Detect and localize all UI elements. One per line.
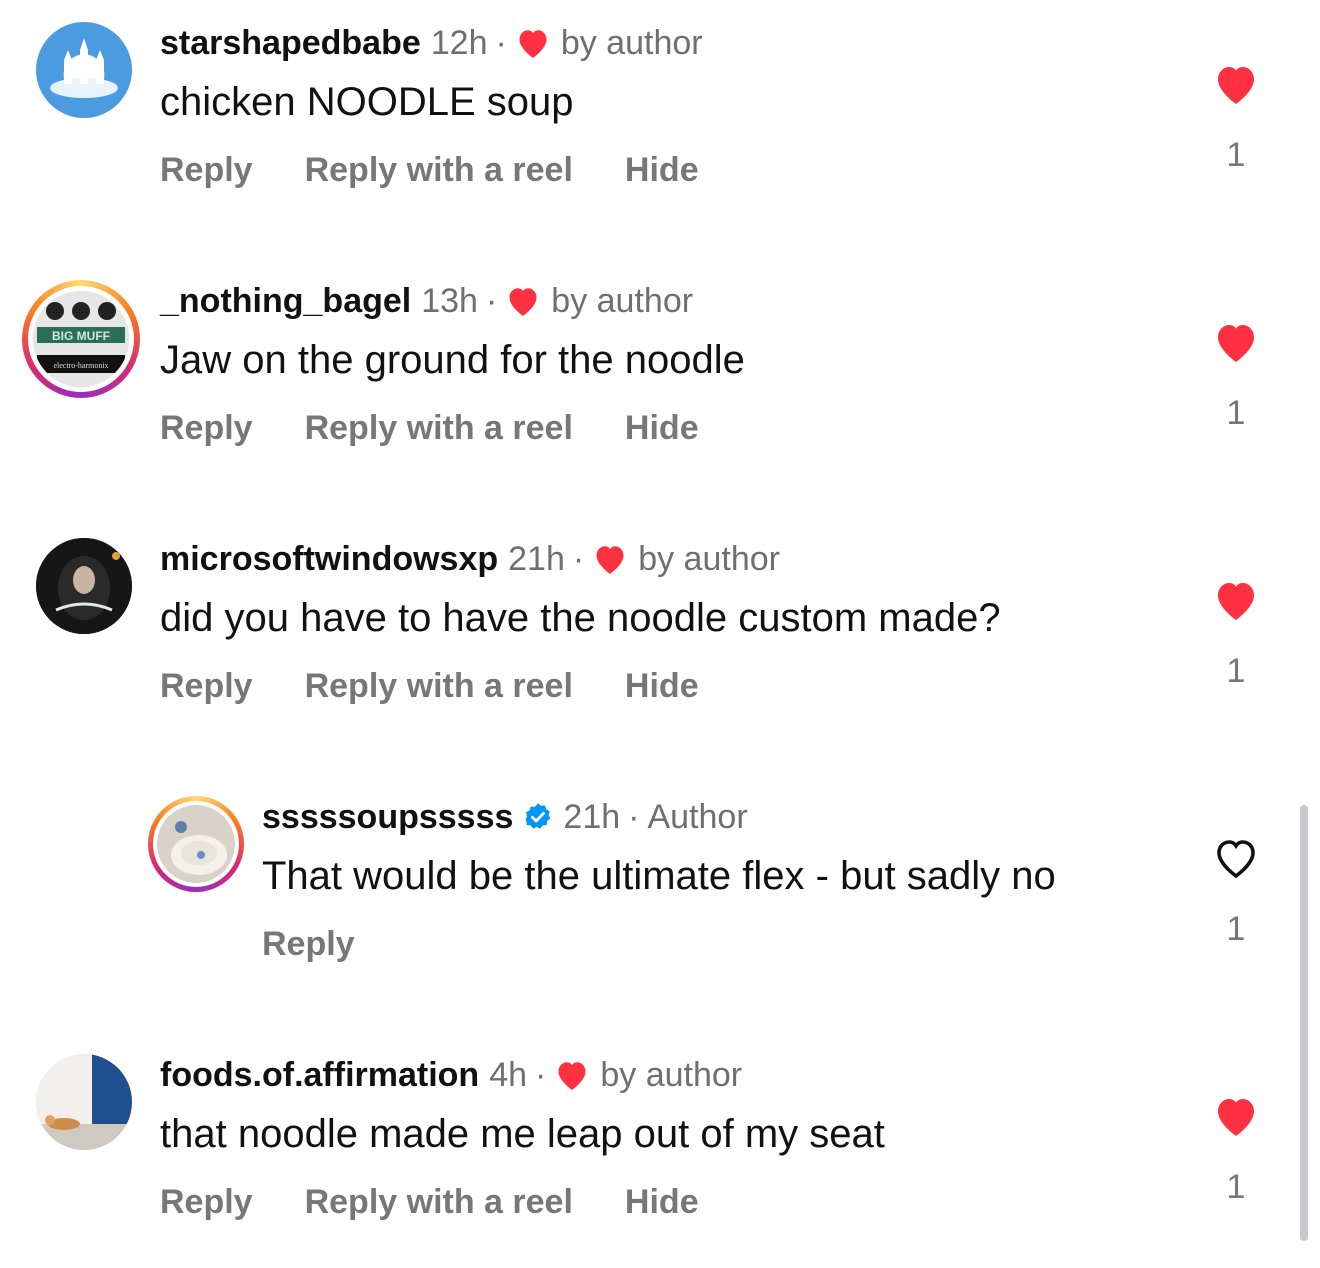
avatar[interactable]: BIG MUFF electro-harmonix [22, 280, 140, 398]
like-heart-outline-icon[interactable] [1212, 836, 1260, 880]
like-count: 1 [1226, 394, 1246, 432]
reply-with-reel-button[interactable]: Reply with a reel [305, 666, 573, 706]
comment-meta: microsoftwindowsxp 21h · by author [160, 539, 780, 579]
username[interactable]: sssssoupsssss [262, 797, 513, 837]
author-liked-heart-icon [558, 1062, 586, 1090]
author-liked-heart-icon [519, 30, 547, 58]
soup-bowl-avatar-image [157, 805, 235, 883]
comment-actions: Reply Reply with a reel Hide [160, 150, 751, 190]
comment-text: did you have to have the noodle custom m… [160, 596, 1001, 640]
avatar[interactable] [36, 22, 132, 118]
username[interactable]: _nothing_bagel [160, 281, 411, 321]
scrollbar[interactable] [1300, 805, 1308, 1241]
timestamp: 4h [489, 1056, 528, 1094]
comment-actions: Reply Reply with a reel Hide [160, 408, 751, 448]
reply-button[interactable]: Reply [160, 408, 253, 448]
reply-with-reel-button[interactable]: Reply with a reel [305, 150, 573, 190]
like-count: 1 [1226, 1168, 1246, 1206]
author-liked-heart-icon [596, 546, 624, 574]
verified-badge-icon [525, 803, 551, 829]
liked-by-author-label: by author [600, 1056, 743, 1094]
avatar[interactable] [36, 538, 132, 634]
liked-by-author-label: by author [560, 24, 703, 62]
comment-actions: Reply Reply with a reel Hide [160, 666, 751, 706]
castle-avatar-image [50, 38, 118, 98]
separator-dot: · [485, 282, 498, 320]
reply-button[interactable]: Reply [160, 150, 253, 190]
like-count: 1 [1226, 652, 1246, 690]
reply-button[interactable]: Reply [262, 924, 355, 964]
like-heart-icon[interactable] [1212, 62, 1260, 106]
username[interactable]: starshapedbabe [160, 23, 421, 63]
hide-button[interactable]: Hide [625, 408, 699, 448]
comment-meta: _nothing_bagel 13h · by author [160, 281, 693, 321]
liked-by-author-label: by author [638, 540, 780, 578]
hide-button[interactable]: Hide [625, 150, 699, 190]
separator-dot: · [495, 24, 507, 62]
author-liked-heart-icon [509, 288, 537, 316]
liked-by-author-label: by author [551, 282, 694, 320]
comment-text: chicken NOODLE soup [160, 80, 574, 124]
username[interactable]: microsoftwindowsxp [160, 539, 498, 579]
reply-with-reel-button[interactable]: Reply with a reel [305, 408, 573, 448]
pedal-avatar-image: BIG MUFF electro-harmonix [33, 291, 129, 387]
cat-on-doorstep-avatar-image [36, 1054, 132, 1150]
hide-button[interactable]: Hide [625, 1182, 699, 1222]
comment-meta: foods.of.affirmation 4h · by author [160, 1055, 742, 1095]
comment-text: That would be the ultimate flex - but sa… [262, 854, 1056, 898]
hide-button[interactable]: Hide [625, 666, 699, 706]
avatar[interactable] [36, 1054, 132, 1150]
like-count: 1 [1226, 136, 1246, 174]
reply-button[interactable]: Reply [160, 1182, 253, 1222]
separator-dot: · [535, 1056, 547, 1094]
avatar[interactable] [148, 796, 244, 892]
timestamp: 12h [430, 24, 488, 62]
hooded-person-avatar-image [36, 538, 132, 634]
svg-text:electro-harmonix: electro-harmonix [53, 361, 108, 370]
like-heart-icon[interactable] [1212, 320, 1260, 364]
timestamp: 21h [563, 798, 621, 836]
like-heart-icon[interactable] [1212, 578, 1260, 622]
reply-with-reel-button[interactable]: Reply with a reel [305, 1182, 573, 1222]
author-badge: Author [647, 798, 748, 836]
comment-actions: Reply Reply with a reel Hide [160, 1182, 751, 1222]
comment-meta: starshapedbabe 12h · by author [160, 23, 703, 63]
reply-button[interactable]: Reply [160, 666, 253, 706]
timestamp: 21h [508, 540, 565, 578]
timestamp: 13h [421, 282, 478, 320]
comment-text: that noodle made me leap out of my seat [160, 1112, 885, 1156]
separator-dot: · [628, 798, 640, 836]
like-count: 1 [1226, 910, 1246, 948]
username[interactable]: foods.of.affirmation [160, 1055, 479, 1095]
comment-text: Jaw on the ground for the noodle [160, 338, 745, 382]
like-heart-icon[interactable] [1212, 1094, 1260, 1138]
pedal-logo-text: BIG MUFF [52, 329, 110, 343]
comment-actions: Reply [262, 924, 407, 964]
comment-meta: sssssoupsssss 21h · Author [262, 797, 748, 837]
separator-dot: · [572, 540, 585, 578]
